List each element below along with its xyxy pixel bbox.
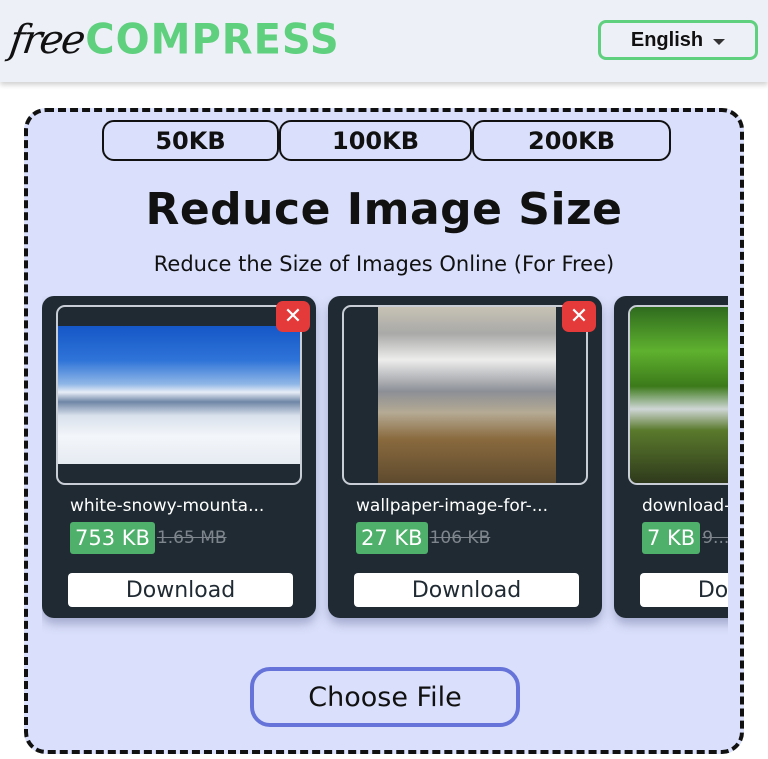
close-icon: ✕	[283, 303, 303, 329]
preset-200kb-button[interactable]: 200KB	[472, 120, 671, 161]
file-carousel[interactable]: ✕ white-snowy-mounta... 753 KB 1.65 MB D…	[42, 296, 728, 636]
preset-50kb-button[interactable]: 50KB	[102, 120, 279, 161]
logo-free-text: free	[6, 17, 87, 63]
compressed-size-badge: 753 KB	[70, 522, 155, 554]
file-name: download-...	[642, 496, 728, 516]
logo[interactable]: free COMPRESS	[6, 10, 340, 70]
compressed-size-badge: 7 KB	[642, 522, 701, 554]
download-button[interactable]: Download	[354, 573, 579, 607]
file-name: white-snowy-mounta...	[70, 496, 265, 516]
original-size: 1.65 MB	[156, 528, 227, 548]
thumbnail-image	[630, 307, 728, 483]
file-thumbnail	[56, 305, 302, 485]
remove-file-button[interactable]: ✕	[562, 301, 596, 332]
compressed-size-badge: 27 KB	[356, 522, 428, 554]
file-thumbnail	[342, 305, 588, 485]
file-sizes: 27 KB 106 KB	[356, 522, 490, 554]
caret-down-icon	[713, 38, 726, 45]
size-presets: 50KB 100KB 200KB	[102, 120, 671, 161]
upload-dropzone[interactable]: 50KB 100KB 200KB Reduce Image Size Reduc…	[24, 108, 744, 754]
language-selector[interactable]: English	[598, 20, 758, 60]
original-size: 9...	[702, 528, 728, 548]
logo-compress-text: COMPRESS	[85, 15, 340, 65]
thumbnail-image	[58, 326, 300, 464]
file-sizes: 7 KB 9...	[642, 522, 728, 554]
file-card: ✕ download-... 7 KB 9... Download	[614, 296, 728, 618]
preset-100kb-button[interactable]: 100KB	[279, 120, 472, 161]
remove-file-button[interactable]: ✕	[276, 301, 310, 332]
download-button[interactable]: Download	[68, 573, 293, 607]
file-name: wallpaper-image-for-...	[356, 496, 548, 516]
download-button[interactable]: Download	[640, 573, 728, 607]
page-subtitle: Reduce the Size of Images Online (For Fr…	[153, 252, 615, 276]
file-thumbnail	[628, 305, 728, 485]
thumbnail-image	[378, 307, 556, 483]
file-sizes: 753 KB 1.65 MB	[70, 522, 227, 554]
file-card: ✕ wallpaper-image-for-... 27 KB 106 KB D…	[328, 296, 602, 618]
file-card: ✕ white-snowy-mounta... 753 KB 1.65 MB D…	[42, 296, 316, 618]
original-size: 106 KB	[429, 528, 491, 548]
language-label: English	[630, 28, 704, 51]
choose-file-button[interactable]: Choose File	[250, 667, 520, 727]
page-title: Reduce Image Size	[145, 184, 623, 235]
close-icon: ✕	[569, 303, 589, 329]
site-header: free COMPRESS English	[0, 0, 768, 82]
